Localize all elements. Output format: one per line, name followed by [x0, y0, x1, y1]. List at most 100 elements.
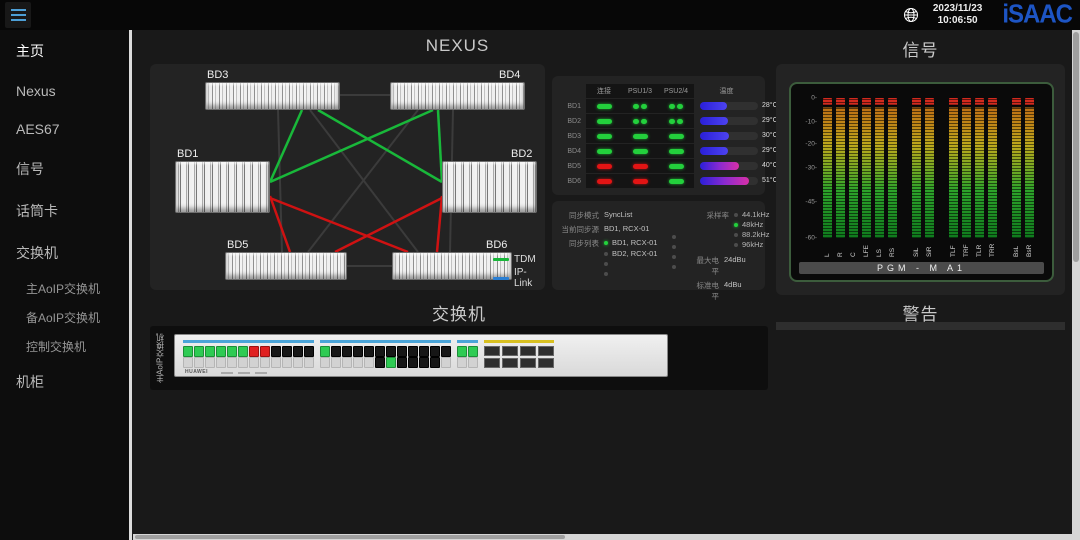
- conn-indicator: [597, 104, 612, 109]
- port: [430, 346, 440, 357]
- sfp-cage: [538, 358, 554, 368]
- meter-bar: [1025, 98, 1034, 238]
- levels: 最大电平24dBu标准电平4dBu: [690, 255, 760, 302]
- sidebar-item-home[interactable]: 主页: [0, 30, 132, 72]
- bd6-label: BD6: [486, 239, 507, 251]
- temp-fill: [700, 102, 727, 110]
- meter-c: C: [847, 98, 860, 257]
- sync-list-entries: BD1, RCX-01BD2, RCX-01: [604, 238, 657, 280]
- port: [320, 346, 330, 357]
- ref-level-value: 4dBu: [724, 280, 742, 302]
- rate-option[interactable]: 88.2kHz: [734, 230, 770, 239]
- port-block-b: [320, 340, 451, 368]
- port: [364, 346, 374, 357]
- sync-dot-col2: [672, 255, 676, 259]
- switch-row-1[interactable]: 主AoIP交换机HUAWEI: [150, 326, 768, 390]
- rate-option[interactable]: 96kHz: [734, 240, 770, 249]
- conn-indicator: [597, 164, 612, 169]
- status-psu1: [622, 114, 658, 128]
- port: [468, 357, 478, 368]
- psu-indicator: [633, 104, 639, 109]
- link-BD1-BD4: [270, 110, 433, 182]
- bd-status-panel: 连接PSU1/3PSU2/4温度BD128°CBD229°CBD330°CBD4…: [552, 76, 765, 195]
- meter-bar: [1012, 98, 1021, 238]
- meter-channel-label: TLR: [976, 241, 983, 257]
- port: [183, 346, 193, 357]
- meter-rs: RS: [886, 98, 899, 257]
- port: [238, 357, 248, 368]
- switch-name: 主AoIP交换机: [152, 326, 168, 390]
- bd2-device[interactable]: [442, 161, 537, 213]
- status-col-2: PSU2/4: [658, 84, 694, 98]
- port: [408, 357, 418, 368]
- rate-option[interactable]: 48kHz: [734, 220, 770, 229]
- bd2-label: BD2: [511, 148, 532, 160]
- bd3-label: BD3: [207, 69, 228, 81]
- status-conn: [586, 99, 622, 113]
- meter-channel-label: BsR: [1026, 241, 1033, 257]
- sidebar-item-switch[interactable]: 交换机: [0, 232, 132, 274]
- port: [331, 346, 341, 357]
- status-conn: [586, 114, 622, 128]
- meter-channel-label: RS: [889, 241, 896, 257]
- bd3-device[interactable]: [205, 82, 340, 110]
- port: [271, 357, 281, 368]
- sample-rate-options: 44.1kHz48kHz88.2kHz96kHz: [734, 210, 770, 250]
- port: [342, 357, 352, 368]
- rate-text: 48kHz: [742, 220, 763, 229]
- meter-l: L: [821, 98, 834, 257]
- temp-fill: [700, 147, 728, 155]
- meter-channel-label: R: [837, 241, 844, 257]
- sample-rate: 采样率44.1kHz48kHz88.2kHz96kHz: [690, 210, 760, 250]
- sidebar-item-miccard[interactable]: 话筒卡: [0, 190, 132, 232]
- bd1-label: BD1: [177, 148, 198, 160]
- signal-title: 信号: [776, 36, 1065, 61]
- status-row-name: BD5: [556, 159, 586, 173]
- sidebar-item-nexus[interactable]: Nexus: [0, 72, 132, 110]
- port: [441, 357, 451, 368]
- hamburger-menu-icon[interactable]: [5, 2, 31, 28]
- port: [430, 357, 440, 368]
- psu-indicator: [669, 119, 675, 124]
- sidebar-scrollbar[interactable]: [129, 30, 132, 540]
- sidebar-item-backup-aoip-switch[interactable]: 备AoIP交换机: [0, 303, 132, 332]
- horizontal-scrollbar[interactable]: [133, 534, 1072, 540]
- port: [375, 357, 385, 368]
- rate-option[interactable]: 44.1kHz: [734, 210, 770, 219]
- globe-icon[interactable]: [903, 7, 919, 23]
- top-bar: 2023/11/23 10:06:50 iSAAC: [0, 0, 1080, 30]
- status-temp: 29°C: [694, 114, 759, 128]
- vertical-scrollbar[interactable]: [1072, 30, 1080, 540]
- sidebar-item-main-aoip-switch[interactable]: 主AoIP交换机: [0, 274, 132, 303]
- sidebar-item-aes67[interactable]: AES67: [0, 110, 132, 148]
- bd4-device[interactable]: [390, 82, 525, 110]
- port: [249, 346, 259, 357]
- meter-bar: [862, 98, 871, 238]
- port: [282, 346, 292, 357]
- sync-source: 当前同步源BD1, RCX-01: [560, 224, 678, 235]
- meter-bsl: BsL: [1010, 98, 1023, 257]
- sync-panel: 同步模式SyncList当前同步源BD1, RCX-01同步列表BD1, RCX…: [552, 201, 765, 290]
- device-fine-print: [221, 372, 267, 374]
- port: [249, 357, 259, 368]
- sidebar-item-control-switch[interactable]: 控制交换机: [0, 332, 132, 361]
- meter-bar: [949, 98, 958, 238]
- port: [227, 357, 237, 368]
- status-psu2: [658, 114, 694, 128]
- status-psu1: [622, 174, 658, 188]
- sidebar-item-cabinet[interactable]: 机柜: [0, 361, 132, 403]
- meter-channel-label: TRR: [989, 241, 996, 257]
- bd5-device[interactable]: [225, 252, 347, 280]
- psu-indicator: [633, 179, 648, 184]
- scale--20: -20: [805, 141, 817, 148]
- port: [227, 346, 237, 357]
- sync-list-text: BD2, RCX-01: [612, 249, 657, 258]
- rate-dot: [734, 233, 738, 237]
- psu-indicator: [641, 119, 647, 124]
- bd1-device[interactable]: [175, 161, 270, 213]
- port: [364, 357, 374, 368]
- port: [353, 357, 363, 368]
- meter-trf: TRF: [960, 98, 973, 257]
- sync-source-value: BD1, RCX-01: [604, 224, 649, 235]
- sidebar-item-signal[interactable]: 信号: [0, 148, 132, 190]
